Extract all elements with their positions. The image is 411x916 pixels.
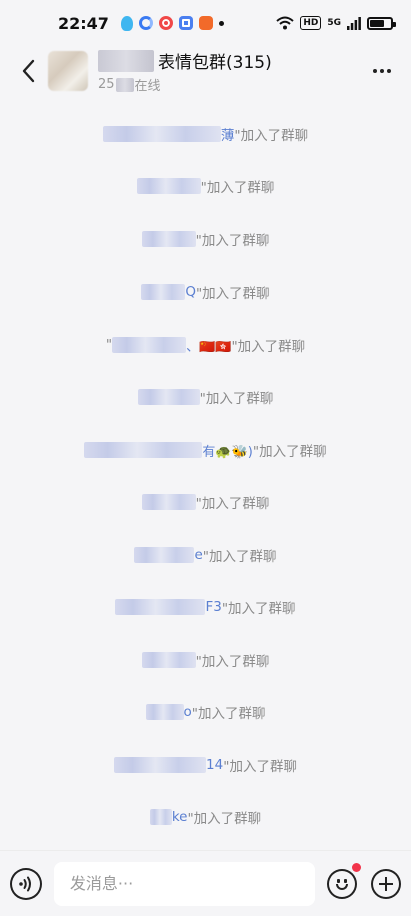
notification-icons xyxy=(120,15,213,31)
emoji-eye xyxy=(337,878,341,883)
status-time: 22:47 xyxy=(58,13,109,33)
orange-app-icon xyxy=(198,16,213,30)
signal-icon xyxy=(347,16,361,30)
red-app-icon xyxy=(158,16,173,30)
blurred-member-name[interactable] xyxy=(145,704,184,720)
member-name-tail[interactable]: 、🇨🇳🇭🇰 xyxy=(186,336,231,355)
system-message: F3 "加入了群聊 xyxy=(0,595,411,619)
blurred-member-name[interactable] xyxy=(141,652,196,668)
blurred-member-name[interactable] xyxy=(136,178,201,194)
qq-penguin-icon xyxy=(120,15,133,31)
wifi-icon xyxy=(276,16,294,30)
back-button[interactable] xyxy=(8,51,48,91)
system-message: 薄 "加入了群聊 xyxy=(0,122,411,146)
join-text: "加入了群聊 xyxy=(202,549,277,565)
chat-header: 表情包群(315) 25 在线 xyxy=(0,46,411,96)
member-name-tail[interactable]: o xyxy=(184,704,192,720)
member-name-tail[interactable]: ke xyxy=(172,809,188,825)
status-bar: 22:47 HD 5G xyxy=(0,0,411,46)
system-status: HD 5G xyxy=(276,16,396,30)
join-text: "加入了群聊 xyxy=(195,496,270,512)
network-type: 5G xyxy=(327,18,341,28)
blurred-member-name[interactable] xyxy=(102,126,221,142)
join-text: "加入了群聊 xyxy=(187,811,262,827)
group-avatar[interactable] xyxy=(48,51,88,91)
system-message: "加入了群聊 xyxy=(0,648,411,672)
blurred-member-name[interactable] xyxy=(137,389,200,405)
online-label: 在线 xyxy=(134,79,161,94)
voice-input-button[interactable] xyxy=(10,867,42,900)
more-dot xyxy=(373,69,377,73)
join-text: "加入了群聊 xyxy=(223,759,297,775)
join-text: "加入了群聊 xyxy=(221,601,296,617)
join-text: "加入了群聊 xyxy=(195,233,270,249)
system-message: 有🐢🐝) "加入了群聊 xyxy=(0,438,411,462)
message-input-bar xyxy=(0,850,411,916)
system-message: " 、🇨🇳🇭🇰 "加入了群聊 xyxy=(105,336,306,355)
ring-app-icon xyxy=(138,16,153,30)
join-text: "加入了群聊 xyxy=(252,444,327,460)
join-text: "加入了群聊 xyxy=(234,128,309,144)
join-text: "加入了群聊 xyxy=(200,180,275,196)
blurred-member-name[interactable] xyxy=(141,231,196,247)
blurred-member-name[interactable] xyxy=(114,757,207,773)
blurred-member-name[interactable] xyxy=(149,809,172,825)
join-text: "加入了群聊 xyxy=(199,391,274,407)
join-text: "加入了群聊 xyxy=(191,706,266,722)
more-options-button[interactable] xyxy=(367,56,397,86)
system-message: Q "加入了群聊 xyxy=(0,280,411,304)
chevron-left-icon xyxy=(22,59,35,83)
member-name-tail[interactable]: Q xyxy=(185,284,196,300)
member-name-tail[interactable]: 有🐢🐝) xyxy=(202,441,252,460)
system-message: 14 "加入了群聊 xyxy=(0,753,411,777)
more-notifications-dot xyxy=(218,20,224,26)
emoji-button[interactable] xyxy=(327,862,362,899)
member-name-tail[interactable]: F3 xyxy=(205,599,221,615)
blurred-member-name[interactable] xyxy=(115,599,206,615)
emoji-eye xyxy=(344,878,348,883)
battery-icon xyxy=(367,16,396,30)
join-text: "加入了群聊 xyxy=(195,286,270,302)
blurred-member-name[interactable] xyxy=(141,494,196,510)
hd-badge: HD xyxy=(300,16,322,30)
online-count-prefix: 25 xyxy=(98,77,115,92)
system-message: "加入了群聊 xyxy=(0,174,411,198)
blurred-member-name[interactable] xyxy=(84,442,203,458)
blurred-member-name[interactable] xyxy=(134,547,195,563)
more-dot xyxy=(387,69,391,73)
emoji-mouth xyxy=(336,883,349,890)
join-text: "加入了群聊 xyxy=(231,339,306,355)
more-dot xyxy=(380,69,384,73)
add-more-button[interactable] xyxy=(371,868,402,899)
voice-wave-icon xyxy=(19,876,31,891)
blue-app-icon xyxy=(178,16,193,30)
member-name-tail[interactable]: 薄 xyxy=(221,124,235,144)
group-title: 表情包群(315) xyxy=(158,53,272,73)
blurred-online-count xyxy=(115,77,134,92)
message-input[interactable] xyxy=(53,861,316,906)
group-title-area[interactable]: 表情包群(315) 25 在线 xyxy=(98,48,272,94)
blurred-member-name[interactable] xyxy=(141,284,186,300)
system-message: e "加入了群聊 xyxy=(0,543,411,567)
member-name-tail[interactable]: 14 xyxy=(206,757,223,773)
system-message: "加入了群聊 xyxy=(0,227,411,251)
new-emoji-badge xyxy=(352,862,362,872)
system-message: "加入了群聊 xyxy=(0,490,411,514)
join-text: "加入了群聊 xyxy=(195,654,270,670)
member-name-tail[interactable]: e xyxy=(194,547,202,563)
message-list[interactable]: 薄 "加入了群聊 "加入了群聊 "加入了群聊 Q "加入了群聊 " 、🇨🇳🇭🇰 "加入了… xyxy=(0,108,411,848)
system-message: "加入了群聊 xyxy=(0,385,411,409)
system-message: ke "加入了群聊 xyxy=(0,805,411,829)
system-message: o "加入了群聊 xyxy=(0,700,411,724)
blurred-member-name[interactable] xyxy=(112,337,187,353)
blurred-group-name-prefix xyxy=(98,49,154,72)
